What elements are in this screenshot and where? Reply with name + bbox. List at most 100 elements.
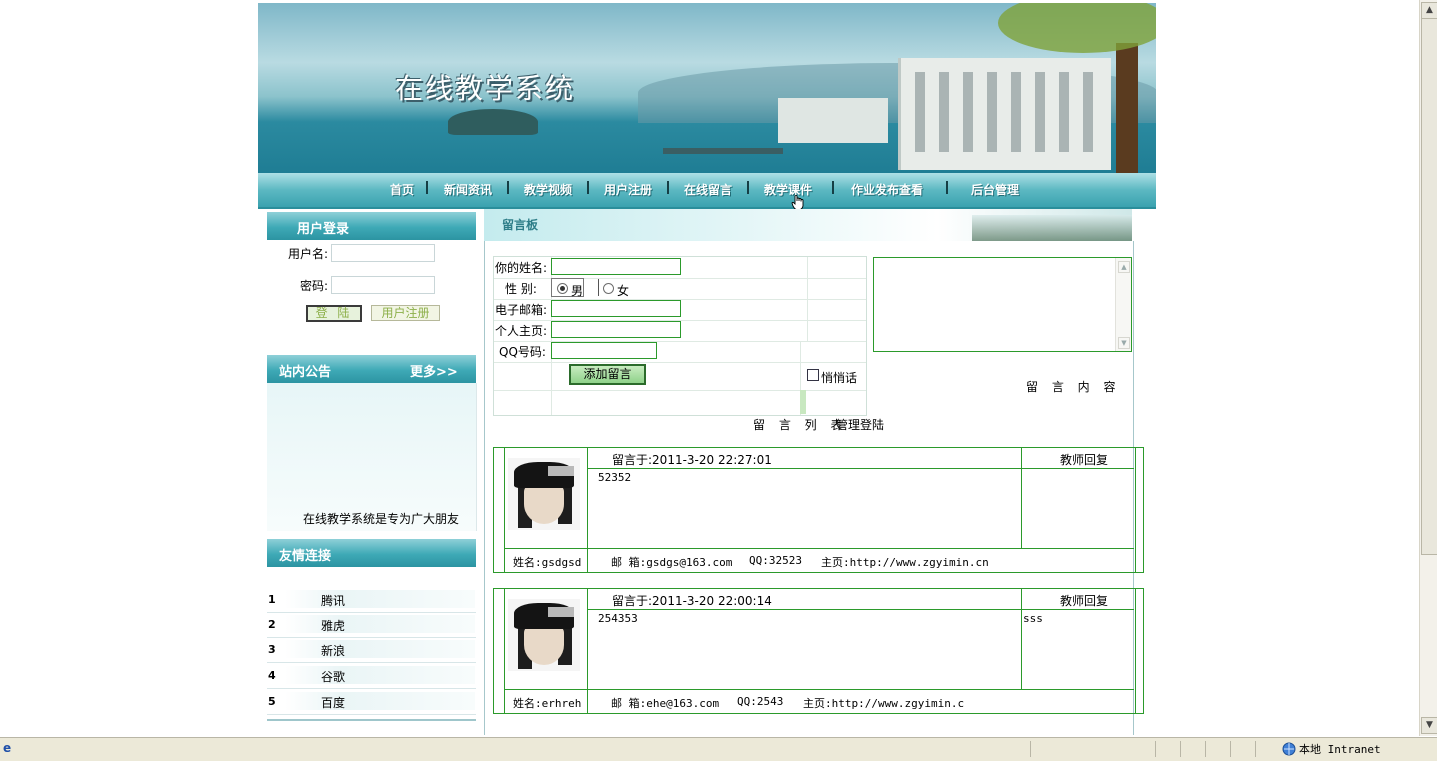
intranet-zone-icon — [1282, 742, 1296, 756]
nav-separator — [507, 181, 509, 194]
avatar-face — [524, 625, 564, 665]
teacher-reply-header: 教师回复 — [1060, 594, 1109, 608]
link-row[interactable]: 5 百度 — [267, 689, 476, 715]
form-row-line — [494, 278, 866, 279]
form-row-line — [494, 390, 866, 391]
gender-female-radio[interactable] — [603, 283, 614, 294]
message-time: 留言于:2011-3-20 22:00:14 — [612, 592, 772, 609]
link-row[interactable]: 1 腾讯 — [267, 587, 476, 613]
avatar-badge — [548, 466, 574, 476]
status-divider — [1155, 741, 1156, 757]
whisper-checkbox[interactable] — [807, 369, 819, 381]
message-time: 留言于:2011-3-20 22:27:01 — [612, 451, 772, 468]
nav-item-videos[interactable]: 教学视频 — [524, 181, 572, 198]
nav-item-register[interactable]: 用户注册 — [604, 181, 652, 198]
link-row-bg — [285, 666, 475, 684]
message-time-text: 留言于:2011-3-20 22:27:01 — [612, 453, 772, 467]
notice-panel — [267, 383, 477, 531]
message-time-text: 留言于:2011-3-20 22:00:14 — [612, 594, 772, 608]
gender-female-label: 女 — [617, 284, 630, 298]
nav-item-homework[interactable]: 作业发布查看 — [851, 181, 923, 198]
notice-marquee-text: 在线教学系统是专为广大朋友 — [303, 512, 460, 526]
nav-item-guestbook[interactable]: 在线留言 — [684, 181, 732, 198]
message-homepage[interactable]: 主页:http://www.zgyimin.cn — [821, 554, 989, 570]
add-message-button[interactable]: 添加留言 — [569, 364, 646, 385]
scroll-up-icon[interactable]: ▲ — [1421, 2, 1437, 19]
email-input[interactable] — [551, 300, 681, 317]
status-divider — [1180, 741, 1181, 757]
link-row-bg — [285, 692, 475, 710]
scrollbar-thumb[interactable] — [1421, 18, 1437, 555]
link-row[interactable]: 2 雅虎 — [267, 612, 476, 638]
message-author: 姓名:erhreh — [513, 697, 582, 710]
links-panel-title: 友情连接 — [279, 549, 332, 564]
site-banner — [258, 3, 1156, 173]
whisper-label: 悄悄话 — [821, 371, 858, 385]
browser-status-bar: e 本地 Intranet — [0, 737, 1437, 761]
status-divider — [1230, 741, 1231, 757]
banner-building — [898, 58, 1111, 170]
scroll-down-icon[interactable]: ▼ — [1118, 337, 1130, 349]
register-button[interactable]: 用户注册 — [371, 305, 440, 321]
message-qq: QQ:32523 — [749, 554, 802, 567]
site-title: 在线教学系统 — [395, 72, 576, 105]
banner-dock — [663, 148, 783, 154]
nav-separator — [587, 181, 589, 194]
link-number: 5 — [268, 695, 276, 708]
link-number: 1 — [268, 593, 276, 606]
message-qq: QQ:2543 — [737, 695, 784, 708]
link-row[interactable]: 3 新浪 — [267, 637, 476, 663]
teacher-reply-header: 教师回复 — [1060, 453, 1109, 467]
banner-tree — [998, 3, 1156, 173]
message-list-link[interactable]: 留 言 列 表 — [753, 416, 847, 433]
main-nav: 首页 新闻资讯 教学视频 用户注册 在线留言 教学课件 作业发布查看 后台管理 — [258, 173, 1156, 209]
notice-more-link[interactable]: 更多>> — [410, 361, 458, 380]
guestbook-title: 留言板 — [502, 218, 539, 232]
link-number: 4 — [268, 669, 276, 682]
link-name[interactable]: 雅虎 — [321, 617, 345, 634]
links-panel-header: 友情连接 — [267, 539, 476, 567]
nav-item-home[interactable]: 首页 — [390, 181, 414, 198]
username-input[interactable] — [331, 244, 435, 262]
link-number: 2 — [268, 618, 276, 631]
link-name[interactable]: 谷歌 — [321, 668, 345, 685]
scroll-down-icon[interactable]: ▼ — [1421, 717, 1437, 734]
page-scrollbar[interactable]: ▲ ▼ — [1419, 0, 1437, 736]
link-row[interactable]: 4 谷歌 — [267, 663, 476, 689]
message-row-line — [504, 548, 1134, 549]
status-divider — [1030, 741, 1031, 757]
admin-login-link[interactable]: 管理登陆 — [836, 416, 884, 433]
link-name[interactable]: 腾讯 — [321, 592, 345, 609]
nav-separator — [667, 181, 669, 194]
login-button[interactable]: 登 陆 — [306, 305, 362, 322]
form-col-line — [807, 257, 808, 341]
nav-item-admin[interactable]: 后台管理 — [971, 181, 1019, 198]
message-col-line — [1021, 448, 1022, 548]
scroll-up-icon[interactable]: ▲ — [1118, 261, 1130, 273]
nav-item-news[interactable]: 新闻资讯 — [444, 181, 492, 198]
message-entry: 留言于:2011-3-20 22:27:01 教师回复 52352 姓名:gsd… — [493, 447, 1144, 573]
homepage-input[interactable] — [551, 321, 681, 338]
message-row-line — [504, 689, 1134, 690]
email-label: 电子邮箱: — [495, 303, 548, 317]
textarea-scrollbar[interactable]: ▲ ▼ — [1115, 258, 1131, 351]
password-input[interactable] — [331, 276, 435, 294]
nav-separator — [832, 181, 834, 194]
gender-label: 性 别: — [505, 282, 537, 296]
qq-input[interactable] — [551, 342, 657, 359]
link-row-bg — [285, 640, 475, 658]
ie-page-icon: e — [3, 741, 12, 755]
banner-building-small — [778, 98, 888, 143]
gender-male-radio[interactable] — [557, 283, 568, 294]
nav-separator — [426, 181, 428, 194]
message-col-line — [587, 448, 588, 572]
qq-label: QQ号码: — [499, 345, 546, 359]
message-homepage[interactable]: 主页:http://www.zgyimin.c — [803, 695, 964, 711]
name-input[interactable] — [551, 258, 681, 275]
link-name[interactable]: 百度 — [321, 694, 345, 711]
form-row-line — [494, 341, 866, 342]
link-name[interactable]: 新浪 — [321, 642, 345, 659]
form-row-line — [494, 362, 866, 363]
message-content-textarea[interactable]: ▲ ▼ — [873, 257, 1132, 352]
teacher-reply: sss — [1023, 612, 1043, 625]
